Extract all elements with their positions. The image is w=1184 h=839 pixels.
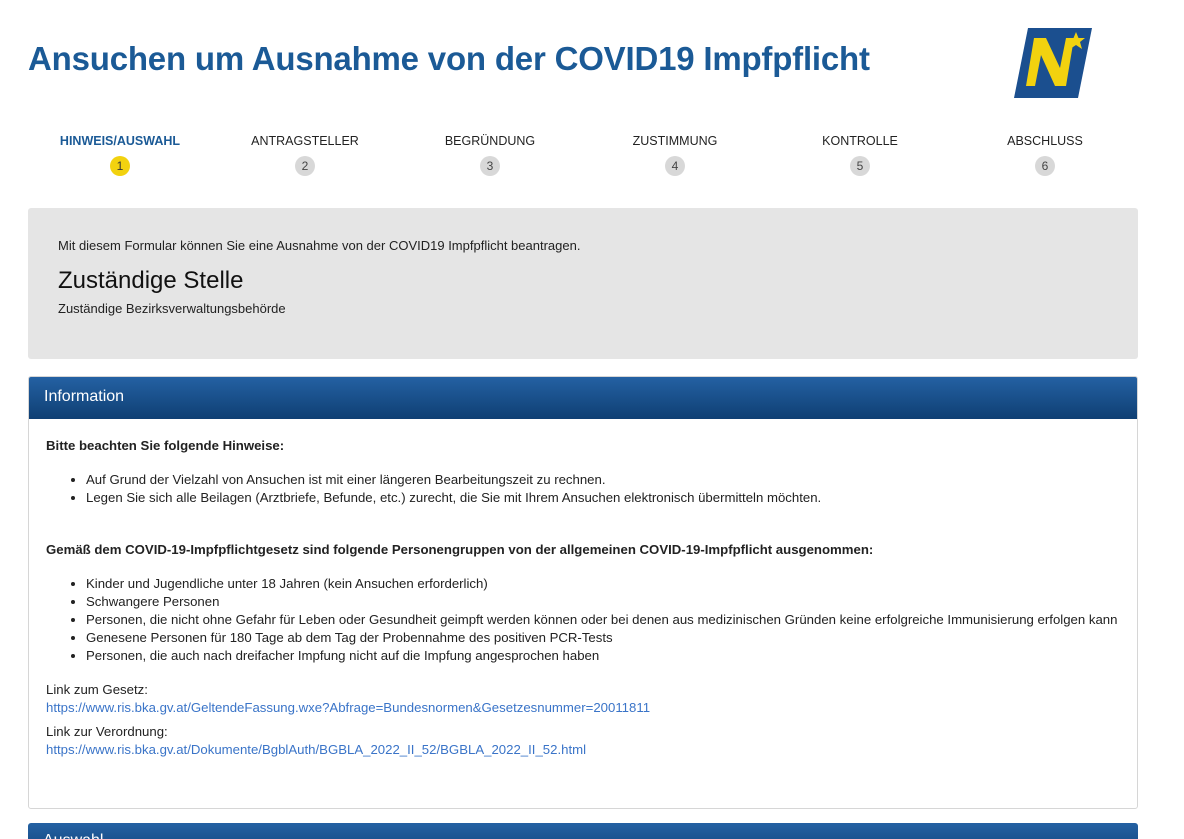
- notes-heading: Bitte beachten Sie folgende Hinweise:: [46, 438, 285, 453]
- progress-steps: HINWEIS/AUSWAHL 1 ANTRAGSTELLER 2 BEGRÜN…: [28, 134, 1138, 184]
- information-panel-body: Bitte beachten Sie folgende Hinweise: Au…: [29, 419, 1137, 777]
- intro-text: Mit diesem Formular können Sie eine Ausn…: [58, 238, 581, 253]
- list-item: Schwangere Personen: [86, 593, 1120, 611]
- authority-heading: Zuständige Stelle: [58, 267, 244, 294]
- list-item: Legen Sie sich alle Beilagen (Arztbriefe…: [86, 489, 1120, 507]
- step-label: ANTRAGSTELLER: [251, 134, 359, 148]
- exempt-groups-heading: Gemäß dem COVID-19-Impfpflichtgesetz sin…: [46, 542, 874, 557]
- step-number: 6: [1035, 156, 1055, 176]
- step-label: HINWEIS/AUSWAHL: [59, 134, 181, 148]
- step-label: BEGRÜNDUNG: [444, 134, 536, 148]
- list-item: Personen, die nicht ohne Gefahr für Lebe…: [86, 611, 1120, 629]
- step-number: 5: [850, 156, 870, 176]
- step-hinweis-auswahl[interactable]: HINWEIS/AUSWAHL 1: [40, 134, 200, 176]
- page-title: Ansuchen um Ausnahme von der COVID19 Imp…: [28, 40, 870, 77]
- step-number: 2: [295, 156, 315, 176]
- step-number: 3: [480, 156, 500, 176]
- step-kontrolle[interactable]: KONTROLLE 5: [780, 134, 940, 176]
- decree-link-label: Link zur Verordnung:: [46, 724, 168, 739]
- list-item: Auf Grund der Vielzahl von Ansuchen ist …: [86, 471, 1120, 489]
- step-antragsteller[interactable]: ANTRAGSTELLER 2: [225, 134, 385, 176]
- information-panel: Information Bitte beachten Sie folgende …: [28, 376, 1138, 809]
- intro-box: Mit diesem Formular können Sie eine Ausn…: [28, 208, 1138, 359]
- step-begruendung[interactable]: BEGRÜNDUNG 3: [410, 134, 570, 176]
- selection-panel-header: Auswahl: [28, 823, 1138, 839]
- exempt-groups-list: Kinder und Jugendliche unter 18 Jahren (…: [86, 575, 1120, 665]
- authority-name: Zuständige Bezirksverwaltungsbehörde: [58, 301, 286, 316]
- step-zustimmung[interactable]: ZUSTIMMUNG 4: [595, 134, 755, 176]
- decree-link[interactable]: https://www.ris.bka.gv.at/Dokumente/Bgbl…: [46, 741, 1120, 759]
- list-item: Kinder und Jugendliche unter 18 Jahren (…: [86, 575, 1120, 593]
- information-panel-header: Information: [29, 377, 1137, 419]
- noe-logo-icon: [1014, 28, 1092, 98]
- law-link[interactable]: https://www.ris.bka.gv.at/GeltendeFassun…: [46, 699, 1120, 717]
- step-label: KONTROLLE: [822, 134, 898, 148]
- notes-list: Auf Grund der Vielzahl von Ansuchen ist …: [86, 471, 1120, 507]
- step-label: ZUSTIMMUNG: [632, 134, 718, 148]
- step-label: ABSCHLUSS: [1007, 134, 1083, 148]
- step-abschluss[interactable]: ABSCHLUSS 6: [965, 134, 1125, 176]
- step-number: 1: [110, 156, 130, 176]
- step-number: 4: [665, 156, 685, 176]
- list-item: Personen, die auch nach dreifacher Impfu…: [86, 647, 1120, 665]
- law-link-label: Link zum Gesetz:: [46, 682, 148, 697]
- list-item: Genesene Personen für 180 Tage ab dem Ta…: [86, 629, 1120, 647]
